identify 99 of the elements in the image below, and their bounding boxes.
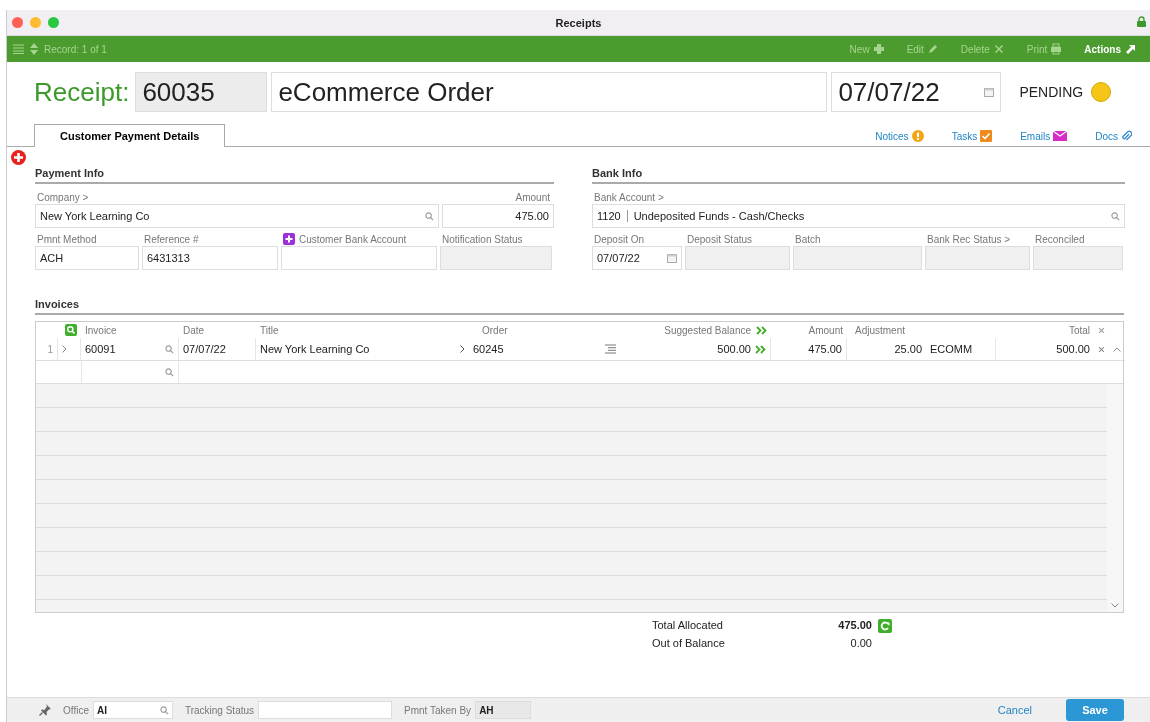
table-cell: 60245 xyxy=(473,343,504,355)
input-field[interactable]: 475.00 xyxy=(442,204,554,228)
input-field[interactable] xyxy=(685,246,790,270)
total-label: Out of Balance xyxy=(652,637,726,649)
calendar-icon[interactable] xyxy=(667,253,677,263)
input-field[interactable]: 1120 Undeposited Funds - Cash/Checks xyxy=(592,204,1125,228)
column-header: Order xyxy=(482,324,508,336)
input-field[interactable] xyxy=(925,246,1030,270)
total-value: 475.00 xyxy=(837,619,872,633)
field-label: Pmnt Taken By xyxy=(404,704,472,716)
header-link[interactable]: Tasks xyxy=(951,130,993,142)
field-label: Office xyxy=(63,704,89,716)
double-chevron-icon[interactable] xyxy=(755,344,766,354)
field-label: Deposit Status xyxy=(687,233,753,245)
search-icon[interactable] xyxy=(165,344,174,354)
scroll-down-icon[interactable] xyxy=(1111,603,1119,608)
pencil-icon xyxy=(926,43,939,55)
column-header: Title xyxy=(260,324,279,336)
field-label: Bank Rec Status > xyxy=(927,233,1011,245)
calendar-icon[interactable] xyxy=(984,87,995,97)
input-field[interactable]: 6431313 xyxy=(142,246,278,270)
up-down-arrows-icon[interactable] xyxy=(30,43,38,55)
field-label: Amount xyxy=(515,191,550,203)
input-field[interactable]: AI xyxy=(92,701,173,719)
add-icon[interactable] xyxy=(283,233,295,245)
section-heading: Invoices xyxy=(35,298,1124,315)
x-icon[interactable] xyxy=(1098,344,1105,354)
field-label: Batch xyxy=(795,233,821,245)
minimize-button[interactable] xyxy=(30,17,41,28)
search-icon[interactable] xyxy=(65,324,77,336)
column-header: Adjustment xyxy=(855,324,906,336)
menu-icon[interactable] xyxy=(13,44,24,54)
close-button[interactable] xyxy=(12,17,23,28)
lock-icon xyxy=(1137,16,1146,27)
search-icon[interactable] xyxy=(1111,211,1120,221)
input-field[interactable]: ACH xyxy=(35,246,139,270)
search-icon[interactable] xyxy=(425,211,434,221)
tab[interactable]: Customer Payment Details xyxy=(34,124,226,147)
pin-icon[interactable] xyxy=(39,704,51,716)
record-type-label: Receipt: xyxy=(34,76,131,108)
section-heading: Payment Info xyxy=(35,167,554,184)
account-code: 1120 xyxy=(597,210,621,222)
input-field[interactable] xyxy=(440,246,552,270)
field-label: Company > xyxy=(37,191,89,203)
header-link[interactable]: Docs xyxy=(1095,130,1132,142)
input-field[interactable] xyxy=(81,361,179,383)
field-label: Deposit On xyxy=(594,233,645,245)
window-title: Receipts xyxy=(555,16,602,29)
chevron-icon[interactable] xyxy=(62,345,67,353)
paperclip-icon xyxy=(1121,130,1132,142)
checkbox-icon xyxy=(980,130,993,142)
record-counter: Record: 1 of 1 xyxy=(44,43,107,55)
total-value: 0.00 xyxy=(849,637,872,649)
field-label: Notification Status xyxy=(442,233,523,245)
header-link[interactable]: Emails xyxy=(1020,130,1068,142)
cancel-link[interactable]: Cancel xyxy=(991,703,1038,717)
receipt-number-field[interactable]: 60035 xyxy=(135,72,268,112)
table-cell-text: 60091 xyxy=(85,343,117,355)
search-icon[interactable] xyxy=(159,705,169,715)
table-cell: 500.00 xyxy=(717,343,751,355)
input-field[interactable] xyxy=(793,246,922,270)
x-icon[interactable] xyxy=(1098,325,1105,335)
section-heading: Bank Info xyxy=(592,167,1125,184)
header-link[interactable]: Notices xyxy=(875,130,924,142)
add-icon[interactable] xyxy=(11,150,26,165)
status-label: PENDING xyxy=(1019,84,1084,100)
input-field[interactable] xyxy=(1033,246,1123,270)
envelope-icon xyxy=(1053,131,1068,141)
input-field[interactable] xyxy=(258,701,393,719)
list-icon[interactable] xyxy=(605,344,616,354)
scroll-up-icon[interactable] xyxy=(1113,346,1121,352)
field-label: Pmnt Method xyxy=(37,233,97,245)
chevron-icon[interactable] xyxy=(460,345,465,353)
column-header: Total xyxy=(1068,324,1090,336)
field-label: Reference # xyxy=(144,233,199,245)
plus-icon xyxy=(872,43,885,55)
search-icon[interactable] xyxy=(165,367,174,377)
zoom-button[interactable] xyxy=(48,17,59,28)
field-label: Bank Account > xyxy=(594,191,664,203)
field-label: Reconciled xyxy=(1035,233,1085,245)
refresh-icon[interactable] xyxy=(878,619,892,633)
double-chevron-icon[interactable] xyxy=(756,325,767,335)
column-header: Invoice xyxy=(85,324,117,336)
input-field[interactable]: New York Learning Co xyxy=(35,204,439,228)
date-field[interactable]: 07/07/22 xyxy=(831,72,1002,112)
column-header: Amount xyxy=(808,324,843,336)
input-field[interactable]: 07/07/22 xyxy=(592,246,682,270)
title-field[interactable]: eCommerce Order xyxy=(271,72,828,112)
field-label: Tracking Status xyxy=(184,704,255,716)
input-field[interactable]: AH xyxy=(475,701,532,719)
arrow-icon xyxy=(1124,43,1136,55)
field-label: Customer Bank Account xyxy=(299,233,407,245)
column-header: Date xyxy=(183,324,205,336)
input-field[interactable] xyxy=(281,246,437,270)
printer-icon xyxy=(1050,43,1063,55)
empty-table-row[interactable] xyxy=(36,361,1123,384)
column-header: Suggested Balance xyxy=(664,324,751,336)
exclamation-icon xyxy=(911,130,924,142)
total-label: Total Allocated xyxy=(652,619,724,633)
